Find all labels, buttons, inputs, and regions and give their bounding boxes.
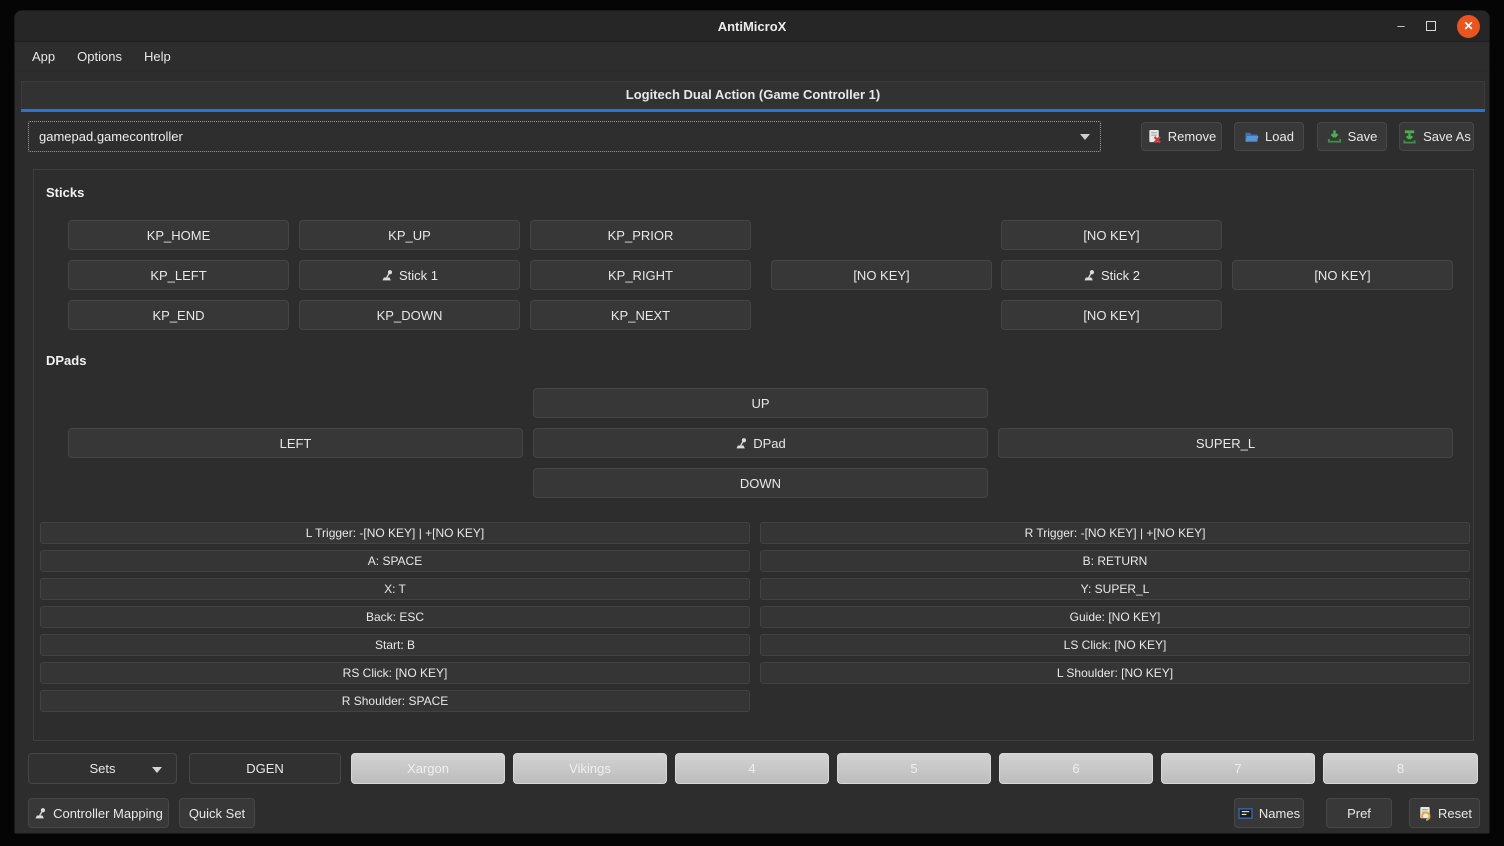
folder-open-icon [1244,129,1259,144]
chevron-down-icon [152,767,162,773]
dpads-group-label: DPads [46,353,86,368]
stick1-up-left-button[interactable]: KP_HOME [68,220,289,250]
window-title: AntiMicroX [15,11,1489,42]
menu-options[interactable]: Options [68,45,131,68]
close-icon: ✕ [1463,19,1473,33]
close-button[interactable]: ✕ [1457,15,1480,38]
stick2-down-button[interactable]: [NO KEY] [1001,300,1222,330]
dpad-center-button[interactable]: DPad [533,428,988,458]
mapping-frame: Sticks KP_HOME KP_UP KP_PRIOR KP_LEFT St… [33,169,1474,741]
minimize-button[interactable]: – [1387,11,1415,42]
button-ls-click[interactable]: LS Click: [NO KEY] [760,634,1470,656]
load-button[interactable]: Load [1234,122,1304,151]
quick-set-label: Quick Set [189,806,245,821]
set-tab-5[interactable]: 5 [837,753,991,784]
joystick-icon [34,807,47,820]
button-b[interactable]: B: RETURN [760,550,1470,572]
profile-combobox[interactable]: gamepad.gamecontroller [28,121,1101,152]
controller-mapping-button[interactable]: Controller Mapping [28,798,169,828]
app-window: AntiMicroX – ✕ App Options Help Logitech… [14,10,1490,834]
stick1-center-label: Stick 1 [399,268,438,283]
stick1-left-button[interactable]: KP_LEFT [68,260,289,290]
stick2-left-button[interactable]: [NO KEY] [771,260,992,290]
menu-app[interactable]: App [23,45,64,68]
set-tab-8[interactable]: 8 [1323,753,1478,784]
save-icon [1327,129,1342,144]
sets-menu-label: Sets [89,761,115,776]
chevron-down-icon [1080,134,1090,140]
set-tab-2[interactable]: Xargon [351,753,505,784]
button-back[interactable]: Back: ESC [40,606,750,628]
pref-label: Pref [1347,806,1371,821]
load-button-label: Load [1265,129,1294,144]
controller-tab[interactable]: Logitech Dual Action (Game Controller 1) [21,81,1485,109]
button-guide[interactable]: Guide: [NO KEY] [760,606,1470,628]
stick2-center-label: Stick 2 [1101,268,1140,283]
joystick-icon [381,269,394,282]
screenshot-stage: AntiMicroX – ✕ App Options Help Logitech… [0,0,1504,846]
stick1-center-button[interactable]: Stick 1 [299,260,520,290]
minimize-icon: – [1397,18,1404,33]
stick1-down-left-button[interactable]: KP_END [68,300,289,330]
stick1-right-button[interactable]: KP_RIGHT [530,260,751,290]
stick1-down-button[interactable]: KP_DOWN [299,300,520,330]
names-label: Names [1259,806,1300,821]
quick-set-button[interactable]: Quick Set [179,798,255,828]
dpad-center-label: DPad [753,436,786,451]
remove-button[interactable]: Remove [1141,122,1222,151]
save-as-button-label: Save As [1423,129,1471,144]
remove-button-label: Remove [1168,129,1216,144]
stick2-up-button[interactable]: [NO KEY] [1001,220,1222,250]
dpad-down-button[interactable]: DOWN [533,468,988,498]
stick1-up-button[interactable]: KP_UP [299,220,520,250]
save-as-button[interactable]: Save As [1399,122,1474,151]
button-rs-click[interactable]: RS Click: [NO KEY] [40,662,750,684]
menu-help[interactable]: Help [135,45,180,68]
profile-combobox-value: gamepad.gamecontroller [39,129,183,144]
stick1-up-right-button[interactable]: KP_PRIOR [530,220,751,250]
stick1-down-right-button[interactable]: KP_NEXT [530,300,751,330]
set-tab-1[interactable]: DGEN [189,753,341,784]
stick2-right-button[interactable]: [NO KEY] [1232,260,1453,290]
button-y[interactable]: Y: SUPER_L [760,578,1470,600]
dpad-left-button[interactable]: LEFT [68,428,523,458]
button-l-shoulder[interactable]: L Shoulder: [NO KEY] [760,662,1470,684]
remove-icon [1147,129,1162,144]
save-button[interactable]: Save [1317,122,1387,151]
joystick-icon [1083,269,1096,282]
l-trigger-button[interactable]: L Trigger: -[NO KEY] | +[NO KEY] [40,522,750,544]
controller-tab-title: Logitech Dual Action (Game Controller 1) [22,82,1484,108]
set-tab-3[interactable]: Vikings [513,753,667,784]
reset-button[interactable]: Reset [1409,798,1480,828]
set-tab-7[interactable]: 7 [1161,753,1315,784]
reset-icon [1417,806,1432,821]
button-start[interactable]: Start: B [40,634,750,656]
save-as-icon [1402,129,1417,144]
names-button[interactable]: Names [1234,798,1304,828]
joystick-icon [735,437,748,450]
dpad-up-button[interactable]: UP [533,388,988,418]
tab-accent-line [21,109,1485,112]
stick2-center-button[interactable]: Stick 2 [1001,260,1222,290]
menu-bar: App Options Help [15,43,1489,71]
maximize-icon [1426,21,1436,31]
pref-button[interactable]: Pref [1326,798,1392,828]
text-field-icon [1238,807,1253,820]
dpad-right-button[interactable]: SUPER_L [998,428,1453,458]
reset-label: Reset [1438,806,1472,821]
sticks-group-label: Sticks [46,185,84,200]
sets-menu-button[interactable]: Sets [28,753,177,784]
r-trigger-button[interactable]: R Trigger: -[NO KEY] | +[NO KEY] [760,522,1470,544]
controller-mapping-label: Controller Mapping [53,806,163,821]
button-a[interactable]: A: SPACE [40,550,750,572]
button-r-shoulder[interactable]: R Shoulder: SPACE [40,690,750,712]
set-tab-4[interactable]: 4 [675,753,829,784]
set-tab-6[interactable]: 6 [999,753,1153,784]
title-bar: AntiMicroX – ✕ [15,11,1489,42]
save-button-label: Save [1348,129,1378,144]
maximize-button[interactable] [1417,11,1445,42]
button-x[interactable]: X: T [40,578,750,600]
